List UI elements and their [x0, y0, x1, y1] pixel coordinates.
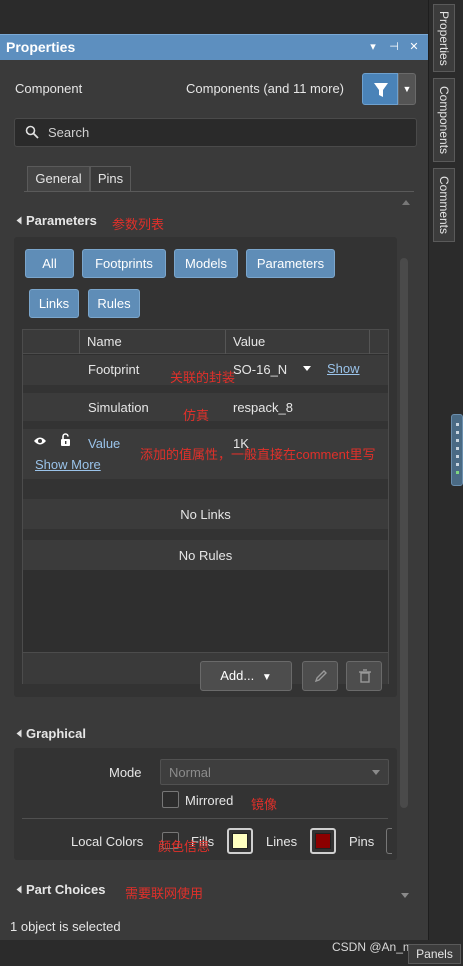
side-tab-comments[interactable]: Comments: [433, 168, 455, 242]
column-value[interactable]: Value: [233, 334, 265, 349]
resize-grip[interactable]: [451, 414, 463, 486]
row-name: Simulation: [88, 400, 149, 415]
component-label: Component: [15, 81, 83, 96]
pins-label: Pins: [349, 834, 375, 849]
status-text: 1 object is selected: [10, 919, 121, 934]
filter-rules-button[interactable]: Rules: [88, 289, 140, 318]
column-name[interactable]: Name: [87, 334, 122, 349]
add-dropdown-icon: ▼: [261, 672, 272, 683]
simulation-annotation: 仿真: [183, 408, 210, 423]
row-spacer: [23, 529, 388, 540]
scroll-up-icon[interactable]: [402, 200, 410, 205]
no-links-text: No Links: [180, 507, 231, 522]
local-colors-annotation: 颜色信息: [158, 839, 211, 854]
collapse-parameters-icon[interactable]: [16, 216, 22, 225]
row-name: Value: [88, 436, 121, 451]
tab-general[interactable]: General: [27, 166, 90, 192]
panel-scrollbar[interactable]: [400, 258, 408, 808]
search-placeholder: Search: [48, 125, 90, 140]
show-footprint-link[interactable]: Show: [327, 361, 360, 376]
local-colors-label: Local Colors: [71, 834, 144, 849]
pins-color: [315, 833, 331, 849]
pencil-icon: [314, 670, 327, 683]
no-rules-row: No Rules: [23, 540, 388, 570]
panels-button[interactable]: Panels: [408, 944, 461, 964]
filter-icon: [374, 83, 388, 97]
side-tab-strip: Properties Components Comments: [428, 0, 463, 966]
graphical-divider: [22, 818, 388, 819]
footprint-dropdown-icon[interactable]: [303, 366, 311, 371]
chevron-down-icon: [372, 770, 380, 775]
parameters-annotation: 参数列表: [112, 217, 165, 232]
footprint-annotation: 关联的封装: [170, 370, 236, 385]
no-links-row: No Links: [23, 499, 388, 529]
row-value: respack_8: [233, 400, 293, 415]
pins-color-swatch[interactable]: [310, 828, 336, 854]
panel-title-bar: Properties ▾ ⊣ ✕: [0, 34, 428, 60]
side-tab-properties[interactable]: Properties: [433, 4, 455, 72]
search-input[interactable]: Search: [14, 118, 417, 147]
add-button-label: Add...: [220, 668, 255, 683]
mirrored-annotation: 镜像: [251, 797, 278, 812]
delete-parameter-button[interactable]: [346, 661, 382, 691]
more-colors-swatch[interactable]: [386, 828, 392, 854]
component-filter-text: Components (and 11 more): [186, 81, 345, 96]
collapse-graphical-icon[interactable]: [16, 729, 22, 738]
lines-color: [232, 833, 248, 849]
edit-parameter-button[interactable]: [302, 661, 338, 691]
status-bar: 1 object is selected: [0, 916, 428, 940]
mirrored-label: Mirrored: [185, 793, 234, 808]
lines-label: Lines: [266, 834, 298, 849]
row-spacer: [23, 479, 388, 499]
close-icon[interactable]: ✕: [407, 40, 421, 53]
grid-header: Name Value: [23, 330, 388, 354]
search-icon: [25, 125, 39, 139]
value-annotation: 添加的值属性，一般直接在comment里写: [140, 447, 376, 462]
row-name: Footprint: [88, 362, 140, 377]
scroll-down-icon[interactable]: [401, 893, 409, 898]
tab-divider: [24, 191, 414, 192]
no-rules-text: No Rules: [178, 548, 233, 563]
filter-parameters-button[interactable]: Parameters: [246, 249, 335, 278]
trash-icon: [359, 669, 371, 683]
pin-icon[interactable]: ⊣: [387, 40, 401, 53]
filter-links-button[interactable]: Links: [29, 289, 79, 318]
filter-button[interactable]: [362, 73, 398, 105]
eye-icon[interactable]: [33, 436, 47, 446]
mode-label: Mode: [109, 765, 142, 780]
collapse-part-choices-icon[interactable]: [16, 885, 22, 894]
graphical-heading[interactable]: Graphical: [26, 726, 86, 741]
filter-models-button[interactable]: Models: [174, 249, 238, 278]
show-more-link[interactable]: Show More: [35, 457, 101, 472]
lock-icon[interactable]: [60, 433, 71, 447]
mode-select[interactable]: Normal: [160, 759, 389, 785]
part-choices-heading[interactable]: Part Choices: [26, 882, 105, 897]
row-value: SO-16_N: [233, 362, 288, 377]
parameters-heading[interactable]: Parameters: [26, 213, 97, 228]
lines-color-swatch[interactable]: [227, 828, 253, 854]
tab-pins[interactable]: Pins: [90, 166, 131, 192]
filter-dropdown[interactable]: ▼: [398, 73, 416, 105]
mode-value: Normal: [169, 765, 211, 780]
add-parameter-button[interactable]: Add... ▼: [200, 661, 292, 691]
filter-all-button[interactable]: All: [25, 249, 74, 278]
part-choices-annotation: 需要联网使用: [125, 886, 204, 901]
filter-footprints-button[interactable]: Footprints: [82, 249, 166, 278]
mirrored-checkbox[interactable]: [162, 791, 179, 808]
row-spacer: [23, 385, 388, 393]
side-tab-components[interactable]: Components: [433, 78, 455, 162]
panel-title: Properties: [6, 39, 76, 55]
panel-menu-icon[interactable]: ▾: [366, 40, 380, 53]
